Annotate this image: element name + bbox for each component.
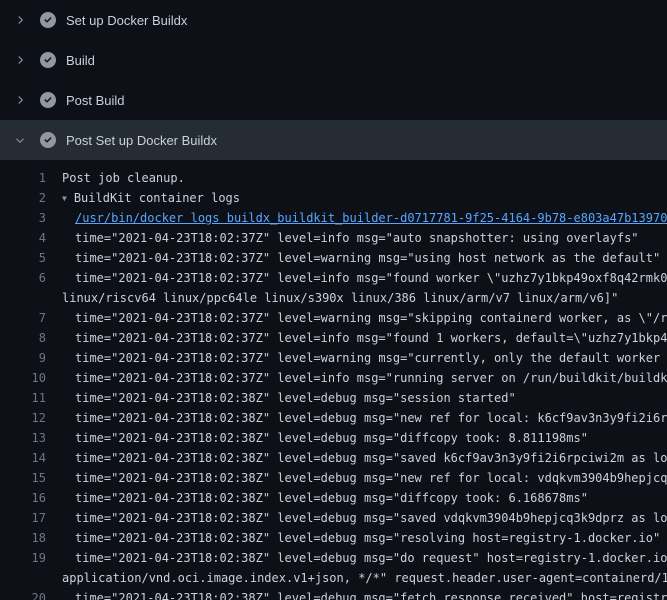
log-group-title: BuildKit container logs <box>74 191 240 205</box>
actions-log-viewer: Set up Docker Buildx Build Post Build Post … <box>0 0 667 600</box>
log-text: time="2021-04-23T18:02:37Z" level=warnin… <box>62 308 667 328</box>
line-number[interactable]: 9 <box>0 348 46 368</box>
log-line-12: 12 time="2021-04-23T18:02:38Z" level=debu… <box>0 408 667 428</box>
step-label: Post Set up Docker Buildx <box>66 133 217 148</box>
log-text: application/vnd.oci.image.index.v1+json,… <box>62 568 667 588</box>
log-text: time="2021-04-23T18:02:37Z" level=info m… <box>62 228 667 248</box>
log-text: time="2021-04-23T18:02:38Z" level=debug … <box>62 448 667 468</box>
log-text: time="2021-04-23T18:02:38Z" level=debug … <box>62 388 667 408</box>
line-number[interactable]: 6 <box>0 268 46 288</box>
log-text: time="2021-04-23T18:02:38Z" level=debug … <box>62 588 667 600</box>
line-number[interactable]: 10 <box>0 368 46 388</box>
line-number[interactable]: 5 <box>0 248 46 268</box>
line-number[interactable]: 16 <box>0 488 46 508</box>
step-header-post-set-up-docker-buildx[interactable]: Post Set up Docker Buildx <box>0 120 667 160</box>
log-line-8: 8 time="2021-04-23T18:02:37Z" level=info … <box>0 328 667 348</box>
chevron-right-icon <box>14 14 40 26</box>
log-line-9: 9 time="2021-04-23T18:02:37Z" level=warni… <box>0 348 667 368</box>
log-line-19: 19 time="2021-04-23T18:02:38Z" level=debu… <box>0 548 667 568</box>
log-text: time="2021-04-23T18:02:38Z" level=debug … <box>62 408 667 428</box>
step-label: Build <box>66 53 95 68</box>
log-line-20: 20 time="2021-04-23T18:02:38Z" level=debu… <box>0 588 667 600</box>
log-group-toggle[interactable]: 2 ▼ BuildKit container logs <box>0 188 667 208</box>
log-line-10: 10 time="2021-04-23T18:02:37Z" level=info… <box>0 368 667 388</box>
check-circle-icon <box>40 132 66 148</box>
log-text: time="2021-04-23T18:02:38Z" level=debug … <box>62 508 667 528</box>
check-circle-icon <box>40 52 66 68</box>
log-command: /usr/bin/docker logs buildx_buildkit_bui… <box>62 208 667 228</box>
line-number[interactable]: 17 <box>0 508 46 528</box>
step-header-set-up-docker-buildx[interactable]: Set up Docker Buildx <box>0 0 667 40</box>
log-line-5: 5 time="2021-04-23T18:02:37Z" level=warni… <box>0 248 667 268</box>
line-number[interactable]: 1 <box>0 168 46 188</box>
log-line-wrap: application/vnd.oci.image.index.v1+json,… <box>0 568 667 588</box>
chevron-down-icon <box>14 134 40 146</box>
step-label: Post Build <box>66 93 125 108</box>
log-line-13: 13 time="2021-04-23T18:02:38Z" level=debu… <box>0 428 667 448</box>
log-line-14: 14 time="2021-04-23T18:02:38Z" level=debu… <box>0 448 667 468</box>
line-number[interactable]: 4 <box>0 228 46 248</box>
log-line-17: 17 time="2021-04-23T18:02:38Z" level=debu… <box>0 508 667 528</box>
chevron-right-icon <box>14 54 40 66</box>
log-text: time="2021-04-23T18:02:37Z" level=warnin… <box>62 248 667 268</box>
log-line-4: 4 time="2021-04-23T18:02:37Z" level=info … <box>0 228 667 248</box>
log-text: time="2021-04-23T18:02:38Z" level=debug … <box>62 548 667 568</box>
line-number <box>0 568 46 588</box>
line-number[interactable]: 3 <box>0 208 46 228</box>
log-text: time="2021-04-23T18:02:38Z" level=debug … <box>62 528 667 548</box>
log-text: time="2021-04-23T18:02:37Z" level=info m… <box>62 268 667 288</box>
step-header-build[interactable]: Build <box>0 40 667 80</box>
line-number[interactable]: 14 <box>0 448 46 468</box>
line-number[interactable]: 2 <box>0 188 46 208</box>
log-text: time="2021-04-23T18:02:38Z" level=debug … <box>62 488 667 508</box>
log-text: time="2021-04-23T18:02:38Z" level=debug … <box>62 428 667 448</box>
check-circle-icon <box>40 12 66 28</box>
log-text: linux/riscv64 linux/ppc64le linux/s390x … <box>62 288 667 308</box>
line-number[interactable]: 18 <box>0 528 46 548</box>
log-line-wrap: linux/riscv64 linux/ppc64le linux/s390x … <box>0 288 667 308</box>
line-number[interactable]: 20 <box>0 588 46 600</box>
log-line-6: 6 time="2021-04-23T18:02:37Z" level=info … <box>0 268 667 288</box>
line-number[interactable]: 15 <box>0 468 46 488</box>
log-text: time="2021-04-23T18:02:37Z" level=info m… <box>62 328 667 348</box>
log-line-16: 16 time="2021-04-23T18:02:38Z" level=debu… <box>0 488 667 508</box>
line-number[interactable]: 8 <box>0 328 46 348</box>
log-text: Post job cleanup. <box>62 168 667 188</box>
log-output: 1 Post job cleanup. 2 ▼ BuildKit container l… <box>0 160 667 600</box>
line-number[interactable]: 11 <box>0 388 46 408</box>
line-number <box>0 288 46 308</box>
triangle-down-icon: ▼ <box>62 189 67 208</box>
step-header-post-build[interactable]: Post Build <box>0 80 667 120</box>
steps-list: Set up Docker Buildx Build Post Build Post … <box>0 0 667 160</box>
check-circle-icon <box>40 92 66 108</box>
step-label: Set up Docker Buildx <box>66 13 187 28</box>
log-text: time="2021-04-23T18:02:38Z" level=debug … <box>62 468 667 488</box>
line-number[interactable]: 13 <box>0 428 46 448</box>
log-text: time="2021-04-23T18:02:37Z" level=info m… <box>62 368 667 388</box>
line-number[interactable]: 19 <box>0 548 46 568</box>
log-line-1: 1 Post job cleanup. <box>0 168 667 188</box>
log-line-3: 3/usr/bin/docker logs buildx_buildkit_bu… <box>0 208 667 228</box>
log-line-7: 7 time="2021-04-23T18:02:37Z" level=warni… <box>0 308 667 328</box>
log-line-11: 11 time="2021-04-23T18:02:38Z" level=debu… <box>0 388 667 408</box>
log-line-15: 15 time="2021-04-23T18:02:38Z" level=debu… <box>0 468 667 488</box>
chevron-right-icon <box>14 94 40 106</box>
log-text: time="2021-04-23T18:02:37Z" level=warnin… <box>62 348 667 368</box>
line-number[interactable]: 7 <box>0 308 46 328</box>
log-line-18: 18 time="2021-04-23T18:02:38Z" level=debu… <box>0 528 667 548</box>
line-number[interactable]: 12 <box>0 408 46 428</box>
